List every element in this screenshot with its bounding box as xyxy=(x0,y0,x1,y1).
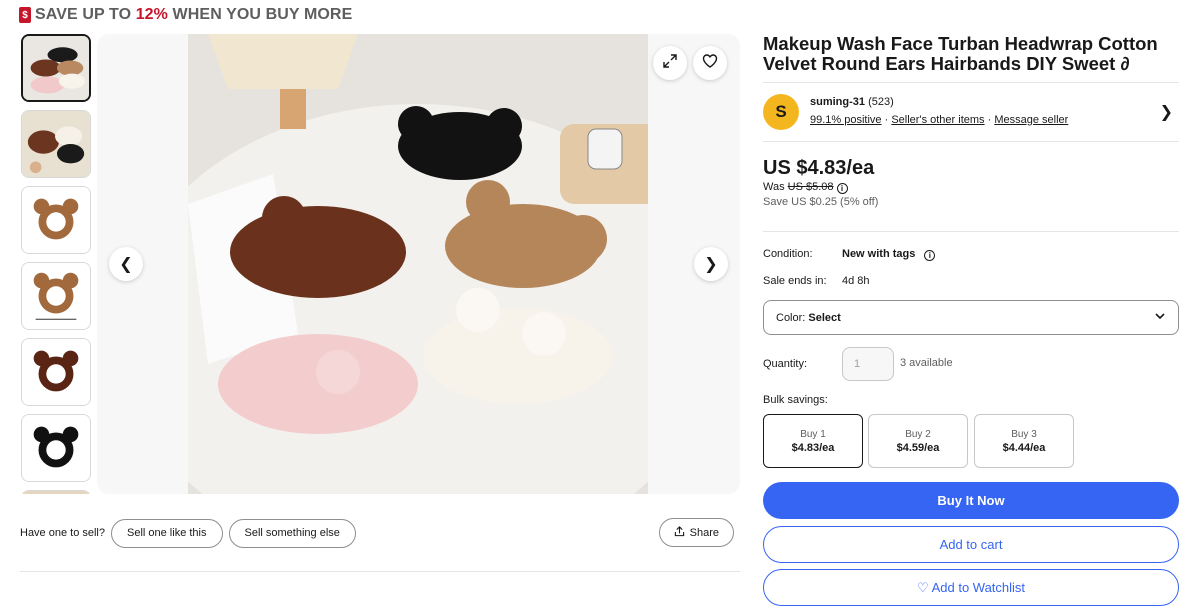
seller-card[interactable]: S suming-31 (523) 99.1% positive · Selle… xyxy=(763,94,1179,130)
heart-icon xyxy=(702,53,718,74)
title-divider xyxy=(763,82,1179,83)
sale-ends-label: Sale ends in: xyxy=(763,275,827,287)
section-divider xyxy=(20,571,740,572)
main-image-viewer: ❮ ❯ xyxy=(97,34,740,494)
color-select[interactable]: Color: Select xyxy=(763,300,1179,335)
bulk-option-buy-1[interactable]: Buy 1 $4.83/ea xyxy=(763,414,863,468)
thumbnail-1[interactable] xyxy=(21,34,91,102)
condition-value: New with tags i xyxy=(842,248,936,261)
bulk-savings-label: Bulk savings: xyxy=(763,394,828,406)
thumbnail-5[interactable] xyxy=(21,338,91,406)
quantity-input[interactable] xyxy=(842,347,894,381)
chevron-right-icon[interactable]: ❯ xyxy=(1160,102,1173,122)
thumbnail-4[interactable] xyxy=(21,262,91,330)
thumbnail-7[interactable] xyxy=(21,490,91,494)
bulk-option-buy-2[interactable]: Buy 2 $4.59/ea xyxy=(868,414,968,468)
info-icon[interactable]: i xyxy=(836,183,848,194)
seller-avatar: S xyxy=(763,94,799,130)
bulk-option-buy-3[interactable]: Buy 3 $4.44/ea xyxy=(974,414,1074,468)
price: US $4.83/ea xyxy=(763,157,875,179)
heart-icon: ♡ xyxy=(916,579,929,595)
sell-label: Have one to sell? xyxy=(20,527,105,539)
promo-banner: $ SAVE UP TO 12% WHEN YOU BUY MORE xyxy=(19,4,352,26)
expand-icon xyxy=(662,53,678,74)
quantity-label: Quantity: xyxy=(763,358,808,370)
listing-title: Makeup Wash Face Turban Headwrap Cotton … xyxy=(763,33,1158,74)
thumbnail-strip xyxy=(20,34,92,494)
sell-one-like-this-button[interactable]: Sell one like this xyxy=(111,518,223,548)
add-to-watchlist-button[interactable]: ♡ Add to Watchlist xyxy=(763,569,1179,606)
seller-name[interactable]: suming-31 (523) xyxy=(810,96,894,108)
watch-heart-button[interactable] xyxy=(693,46,727,80)
sell-something-else-button[interactable]: Sell something else xyxy=(228,518,356,548)
chevron-left-icon: ❮ xyxy=(119,256,133,273)
buy-it-now-button[interactable]: Buy It Now xyxy=(763,482,1179,519)
message-seller-link[interactable]: Message seller xyxy=(994,114,1068,126)
share-button[interactable]: Share xyxy=(658,518,734,547)
promo-text: SAVE UP TO 12% WHEN YOU BUY MORE xyxy=(35,6,353,23)
chevron-right-icon: ❯ xyxy=(704,256,718,273)
available-count: 3 available xyxy=(900,357,953,369)
seller-divider xyxy=(763,141,1179,142)
was-price: Was US $5.08 i xyxy=(763,181,848,194)
info-icon[interactable]: i xyxy=(924,250,936,261)
next-image-button[interactable]: ❯ xyxy=(694,247,728,281)
chevron-down-icon xyxy=(1154,310,1166,325)
savings-tag-icon: $ xyxy=(19,7,31,23)
thumbnail-3[interactable] xyxy=(21,186,91,254)
sell-row: Have one to sell? Sell one like this Sel… xyxy=(20,518,740,548)
price-divider xyxy=(763,231,1179,232)
share-icon xyxy=(674,525,685,540)
sale-ends-value: 4d 8h xyxy=(842,275,870,287)
savings-text: Save US $0.25 (5% off) xyxy=(763,196,879,208)
product-photo[interactable] xyxy=(188,34,648,494)
add-to-cart-button[interactable]: Add to cart xyxy=(763,526,1179,563)
seller-other-items-link[interactable]: Seller's other items xyxy=(891,114,984,126)
seller-feedback-link[interactable]: 99.1% positive xyxy=(810,114,882,126)
previous-image-button[interactable]: ❮ xyxy=(109,247,143,281)
thumbnail-2[interactable] xyxy=(21,110,91,178)
condition-label: Condition: xyxy=(763,248,813,260)
expand-image-button[interactable] xyxy=(653,46,687,80)
seller-links: 99.1% positive · Seller's other items · … xyxy=(810,114,1069,126)
thumbnail-6[interactable] xyxy=(21,414,91,482)
